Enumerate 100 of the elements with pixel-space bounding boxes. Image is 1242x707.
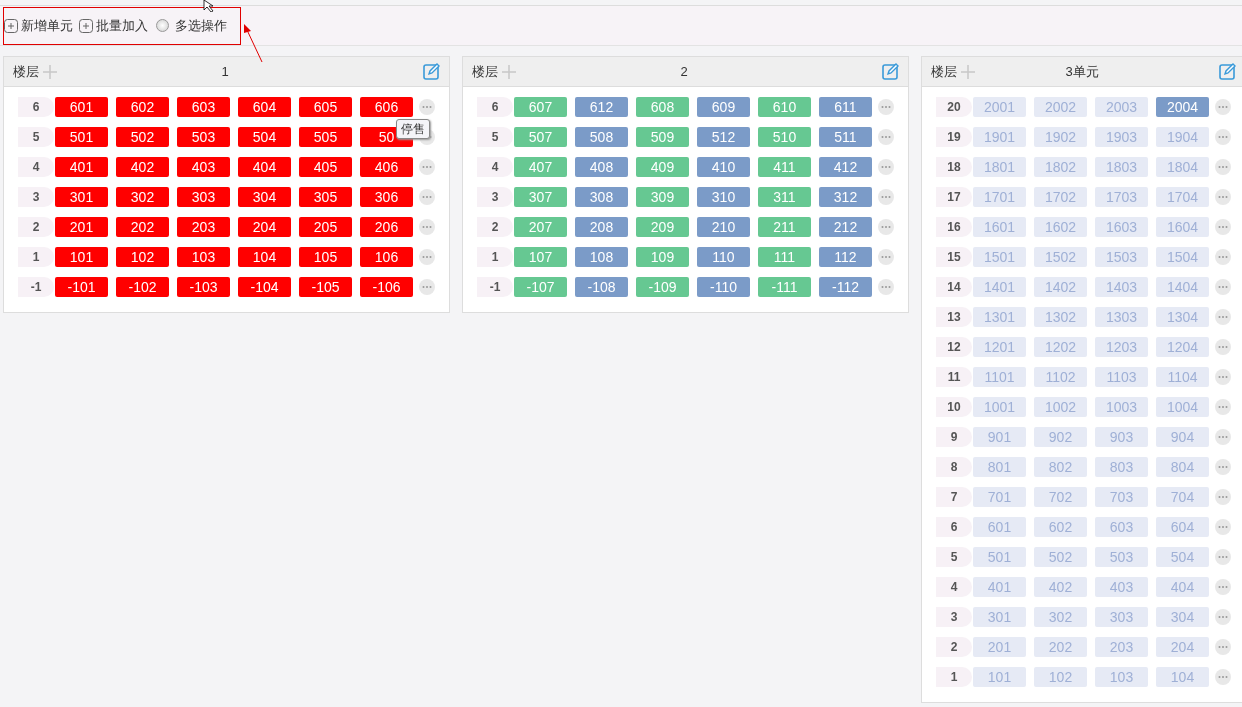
unit-tile[interactable]: -101 [55,277,108,297]
unit-tile[interactable]: 304 [1156,607,1209,627]
unit-tile[interactable]: 1001 [973,397,1026,417]
unit-tile[interactable]: 210 [697,217,750,237]
more-icon[interactable] [878,159,894,175]
unit-tile[interactable]: 106 [360,247,413,267]
more-icon[interactable] [1215,639,1231,655]
more-icon[interactable] [1215,549,1231,565]
more-icon[interactable] [1215,219,1231,235]
unit-tile[interactable]: 104 [238,247,291,267]
unit-tile[interactable]: 1604 [1156,217,1209,237]
unit-tile[interactable]: 1502 [1034,247,1087,267]
unit-tile[interactable]: 612 [575,97,628,117]
unit-tile[interactable]: 1503 [1095,247,1148,267]
unit-tile[interactable]: 601 [973,517,1026,537]
unit-tile[interactable]: 603 [177,97,230,117]
unit-tile[interactable]: 1802 [1034,157,1087,177]
unit-tile[interactable]: 208 [575,217,628,237]
unit-tile[interactable]: 509 [636,127,689,147]
unit-tile[interactable]: 405 [299,157,352,177]
unit-tile[interactable]: 305 [299,187,352,207]
unit-tile[interactable]: 303 [1095,607,1148,627]
unit-tile[interactable]: 310 [697,187,750,207]
unit-tile[interactable]: 903 [1095,427,1148,447]
unit-tile[interactable]: 2003 [1095,97,1148,117]
unit-tile[interactable]: 801 [973,457,1026,477]
unit-tile[interactable]: 105 [299,247,352,267]
unit-tile[interactable]: 1501 [973,247,1026,267]
unit-tile[interactable]: 302 [1034,607,1087,627]
unit-tile[interactable]: 1703 [1095,187,1148,207]
more-icon[interactable] [878,219,894,235]
unit-tile[interactable]: 1804 [1156,157,1209,177]
more-icon[interactable] [1215,279,1231,295]
unit-tile[interactable]: 1601 [973,217,1026,237]
more-icon[interactable] [419,189,435,205]
unit-tile[interactable]: 308 [575,187,628,207]
more-icon[interactable] [1215,429,1231,445]
unit-tile[interactable]: 2002 [1034,97,1087,117]
unit-tile[interactable]: -111 [758,277,811,297]
unit-tile[interactable]: 606 [360,97,413,117]
unit-tile[interactable]: 605 [299,97,352,117]
unit-tile[interactable]: 102 [1034,667,1087,687]
unit-tile[interactable]: 107 [514,247,567,267]
more-icon[interactable] [419,99,435,115]
more-icon[interactable] [1215,189,1231,205]
unit-tile[interactable]: 1204 [1156,337,1209,357]
more-icon[interactable] [878,99,894,115]
unit-tile[interactable]: 701 [973,487,1026,507]
unit-tile[interactable]: 510 [758,127,811,147]
unit-tile[interactable]: 902 [1034,427,1087,447]
unit-tile[interactable]: -108 [575,277,628,297]
plus-icon[interactable] [43,64,57,79]
unit-tile[interactable]: 1603 [1095,217,1148,237]
unit-tile[interactable]: 1102 [1034,367,1087,387]
unit-tile[interactable]: 507 [514,127,567,147]
unit-tile[interactable]: 1303 [1095,307,1148,327]
plus-icon[interactable] [961,64,975,79]
unit-tile[interactable]: 204 [1156,637,1209,657]
unit-tile[interactable]: 404 [238,157,291,177]
unit-tile[interactable]: 1302 [1034,307,1087,327]
unit-tile[interactable]: 604 [1156,517,1209,537]
unit-tile[interactable]: 512 [697,127,750,147]
unit-tile[interactable]: 211 [758,217,811,237]
unit-tile[interactable]: 505 [299,127,352,147]
unit-tile[interactable]: 407 [514,157,567,177]
unit-tile[interactable]: 607 [514,97,567,117]
unit-tile[interactable]: 306 [360,187,413,207]
unit-tile[interactable]: -102 [116,277,169,297]
unit-tile[interactable]: -106 [360,277,413,297]
more-icon[interactable] [1215,249,1231,265]
unit-tile[interactable]: 404 [1156,577,1209,597]
unit-tile[interactable]: 408 [575,157,628,177]
unit-tile[interactable]: 1902 [1034,127,1087,147]
more-icon[interactable] [419,279,435,295]
unit-tile[interactable]: 406 [360,157,413,177]
unit-tile[interactable]: 206 [360,217,413,237]
more-icon[interactable] [1215,519,1231,535]
unit-tile[interactable]: 2004 [1156,97,1209,117]
unit-tile[interactable]: 403 [1095,577,1148,597]
unit-tile[interactable]: 1901 [973,127,1026,147]
unit-tile[interactable]: 610 [758,97,811,117]
unit-tile[interactable]: 103 [1095,667,1148,687]
unit-tile[interactable]: 201 [973,637,1026,657]
unit-tile[interactable]: 212 [819,217,872,237]
more-icon[interactable] [878,249,894,265]
unit-tile[interactable]: 904 [1156,427,1209,447]
unit-tile[interactable]: 1403 [1095,277,1148,297]
more-icon[interactable] [1215,459,1231,475]
plus-icon[interactable] [502,64,516,79]
more-icon[interactable] [1215,399,1231,415]
edit-icon[interactable] [882,63,899,80]
unit-tile[interactable]: 1202 [1034,337,1087,357]
unit-tile[interactable]: 703 [1095,487,1148,507]
unit-tile[interactable]: 611 [819,97,872,117]
more-icon[interactable] [878,189,894,205]
unit-tile[interactable]: 508 [575,127,628,147]
unit-tile[interactable]: 1504 [1156,247,1209,267]
unit-tile[interactable]: 301 [55,187,108,207]
unit-tile[interactable]: 203 [1095,637,1148,657]
edit-icon[interactable] [1219,63,1236,80]
